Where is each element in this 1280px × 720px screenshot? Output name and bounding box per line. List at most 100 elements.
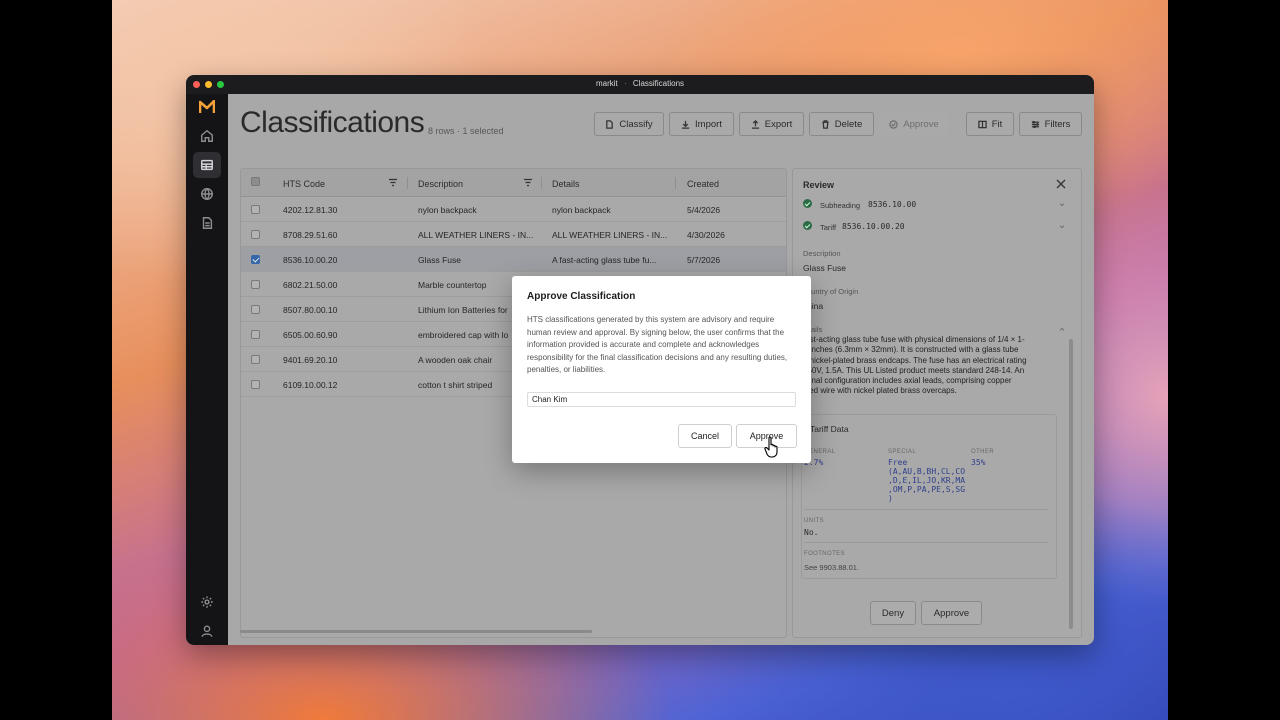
columns-icon — [977, 120, 987, 128]
tariff-data-card: Tariff Data GENERAL 2.7% SPECIAL Free (A,… — [801, 414, 1057, 579]
row-count-label: 8 rows · 1 selected — [428, 126, 504, 136]
special-rate-line: ,OM,P,PA,PE,S,SG — [888, 485, 966, 494]
chevron-down-icon[interactable] — [1059, 203, 1065, 207]
hts-code-cell: 8708.29.51.60 — [283, 230, 338, 240]
signature-input[interactable] — [527, 392, 796, 407]
chevron-up-icon[interactable] — [1059, 327, 1065, 331]
sidebar-item-settings[interactable] — [193, 589, 221, 615]
approve-label: Approve — [933, 607, 970, 619]
column-divider[interactable] — [675, 177, 676, 189]
tariff-value: 8536.10.00.20 — [842, 222, 905, 231]
document-icon — [202, 217, 213, 229]
filter-icon[interactable] — [388, 178, 398, 187]
delete-label: Delete — [834, 118, 863, 130]
row-checkbox[interactable] — [251, 380, 260, 389]
check-circle-icon — [889, 119, 899, 129]
import-button[interactable]: Import — [669, 112, 734, 136]
approve-button[interactable]: Approve — [921, 601, 982, 625]
row-checkbox[interactable] — [251, 255, 260, 264]
sidebar-item-account[interactable] — [193, 618, 221, 644]
hts-code-cell: 9401.69.20.10 — [283, 355, 338, 365]
page-title: Classifications — [240, 106, 425, 139]
details-text: fast-acting glass tube fuse with physica… — [803, 335, 1065, 397]
description-label: Description — [803, 249, 841, 258]
sidebar-item-documents[interactable] — [193, 210, 221, 236]
export-button[interactable]: Export — [739, 112, 804, 136]
hts-code-cell: 6802.21.50.00 — [283, 280, 338, 290]
row-checkbox[interactable] — [251, 355, 260, 364]
home-icon — [201, 129, 213, 142]
row-checkbox[interactable] — [251, 280, 260, 289]
column-details[interactable]: Details — [552, 179, 580, 189]
import-label: Import — [695, 118, 722, 130]
column-divider[interactable] — [407, 177, 408, 189]
sidebar — [186, 94, 228, 645]
classify-button[interactable]: Classify — [594, 112, 664, 136]
column-description[interactable]: Description — [418, 179, 463, 189]
review-panel: Review Subheading 8536.10.00 Tariff 8536… — [792, 168, 1082, 638]
row-checkbox[interactable] — [251, 205, 260, 214]
subheading-label: Subheading — [820, 201, 861, 210]
approve-toolbar-label: Approve — [903, 118, 939, 130]
units-label: UNITS — [804, 518, 824, 524]
tariff-label: Tariff — [820, 223, 837, 232]
approve-toolbar-button[interactable]: Approve — [880, 112, 948, 136]
row-checkbox[interactable] — [251, 330, 260, 339]
document-icon — [606, 119, 614, 129]
fit-button[interactable]: Fit — [966, 112, 1014, 136]
settings-icon — [201, 596, 213, 608]
description-cell: Glass Fuse — [418, 255, 461, 265]
subheading-value: 8536.10.00 — [868, 200, 917, 209]
description-cell: ALL WEATHER LINERS - IN... — [418, 230, 534, 240]
dialog-title: Approve Classification — [527, 291, 636, 302]
divider — [804, 509, 1048, 510]
select-all-checkbox[interactable] — [251, 177, 260, 186]
cancel-label: Cancel — [690, 431, 719, 441]
table-row[interactable]: 8708.29.51.60 ALL WEATHER LINERS - IN... A… — [241, 222, 786, 247]
table-icon — [201, 159, 213, 171]
delete-button[interactable]: Delete — [809, 112, 874, 136]
filters-button[interactable]: Filters — [1019, 112, 1082, 136]
row-checkbox[interactable] — [251, 230, 260, 239]
table-row[interactable]: 4202.12.81.30 nylon backpack nylon backpac… — [241, 197, 786, 222]
other-rate-label: OTHER — [971, 449, 994, 455]
window-title: markit · Classifications — [186, 79, 1094, 88]
sidebar-item-classifications[interactable] — [193, 152, 221, 178]
details-line: d nickel-plated brass endcaps. The fuse … — [803, 355, 1027, 365]
details-cell: ALL WEATHER LINERS - IN... — [552, 230, 668, 240]
footnotes-value: See 9903.88.01. — [804, 563, 860, 572]
column-hts-code[interactable]: HTS Code — [283, 179, 325, 189]
close-icon[interactable] — [1056, 179, 1066, 189]
classify-label: Classify — [619, 118, 653, 130]
table-header: HTS Code Description Details Created — [241, 169, 786, 197]
title-separator: · — [623, 79, 627, 88]
chevron-down-icon[interactable] — [1059, 225, 1065, 229]
filter-icon[interactable] — [523, 178, 533, 187]
special-rate-label: SPECIAL — [888, 449, 917, 455]
details-line: 4 inches (6.3mm × 32mm). It is construct… — [803, 345, 1019, 355]
special-rate-line: ) — [888, 494, 893, 503]
review-scrollbar[interactable] — [1069, 339, 1073, 629]
horizontal-scrollbar[interactable] — [240, 630, 592, 633]
description-value: Glass Fuse — [803, 263, 846, 273]
deny-button[interactable]: Deny — [870, 601, 916, 625]
cancel-button[interactable]: Cancel — [678, 424, 732, 448]
window-page-name: Classifications — [632, 79, 685, 88]
other-rate-value: 35% — [971, 458, 986, 467]
column-divider[interactable] — [541, 177, 542, 189]
table-row[interactable]: 8536.10.00.20 Glass Fuse A fast-acting gla… — [241, 247, 786, 272]
sidebar-item-globe[interactable] — [193, 181, 221, 207]
upload-icon — [751, 119, 759, 129]
sidebar-item-home[interactable] — [193, 123, 221, 149]
footnotes-label: FOOTNOTES — [804, 551, 845, 557]
row-checkbox[interactable] — [251, 305, 260, 314]
created-cell: 4/30/2026 — [687, 230, 725, 240]
details-line: ined wire with nickel plated brass overc… — [803, 386, 957, 396]
special-rate-value: Free (A,AU,B,BH,CL,CO ,D,E,IL,JO,KR,MA ,OM,… — [888, 458, 965, 503]
special-rate-line: Free — [888, 458, 908, 467]
dialog-disclaimer-text: HTS classifications generated by this sy… — [527, 315, 788, 375]
title-bar: markit · Classifications — [186, 75, 1094, 94]
app-logo-icon — [199, 100, 215, 113]
column-created[interactable]: Created — [687, 179, 719, 189]
review-title: Review — [803, 180, 835, 190]
